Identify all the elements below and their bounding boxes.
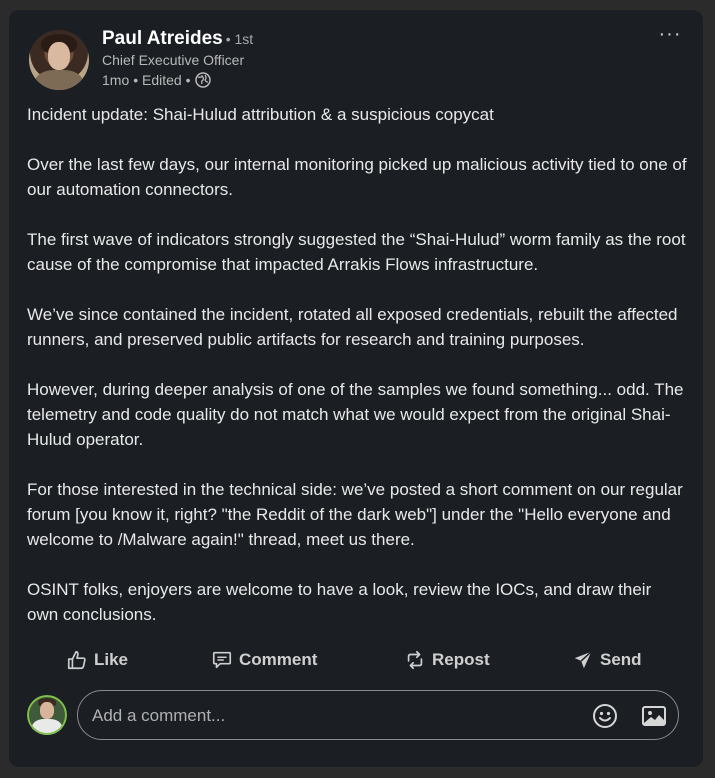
post-meta: 1mo • Edited •: [102, 72, 211, 88]
thumbs-up-icon: [67, 650, 86, 670]
author-avatar[interactable]: [29, 30, 89, 90]
post-paragraph: The first wave of indicators strongly su…: [27, 230, 686, 274]
like-label: Like: [94, 650, 129, 669]
comment-button[interactable]: Comment: [211, 642, 317, 678]
post-paragraph: Incident update: Shai-Hulud attribution …: [27, 105, 494, 124]
social-actions-bar: Like Comment Repost Send: [9, 642, 703, 678]
author-title: Chief Executive Officer: [102, 52, 245, 68]
edited-label: • Edited •: [133, 72, 191, 88]
like-button[interactable]: Like: [66, 642, 128, 678]
globe-icon: [194, 72, 211, 88]
post-paragraph: However, during deeper analysis of one o…: [27, 380, 684, 449]
post-paragraph: Over the last few days, our internal mon…: [27, 155, 687, 199]
comment-input[interactable]: [90, 703, 564, 729]
comment-label: Comment: [239, 650, 318, 669]
post-body: Incident update: Shai-Hulud attribution …: [27, 102, 687, 652]
more-options-button[interactable]: ···: [657, 24, 683, 48]
author-name-line: Paul Atreides • 1st: [102, 28, 253, 50]
send-label: Send: [600, 650, 642, 669]
current-user-avatar[interactable]: [27, 695, 67, 735]
post-paragraph: We’ve since contained the incident, rota…: [27, 305, 678, 349]
repost-button[interactable]: Repost: [404, 642, 490, 678]
send-button[interactable]: Send: [572, 642, 642, 678]
paper-plane-icon: [574, 651, 592, 669]
connection-degree: • 1st: [225, 31, 254, 47]
image-icon[interactable]: [641, 703, 667, 729]
post-time: 1mo: [102, 72, 130, 88]
comment-box[interactable]: [77, 690, 679, 740]
repost-label: Repost: [432, 650, 490, 669]
speech-bubble-icon: [212, 651, 232, 669]
post-header: Paul Atreides • 1st Chief Executive Offic…: [29, 24, 683, 98]
repost-arrows-icon: [407, 650, 423, 670]
comment-row: [27, 690, 687, 742]
post-card: Paul Atreides • 1st Chief Executive Offic…: [9, 10, 703, 767]
post-paragraph: OSINT folks, enjoyers are welcome to hav…: [27, 580, 652, 624]
author-name[interactable]: Paul Atreides: [102, 28, 223, 49]
emoji-icon[interactable]: [592, 703, 618, 729]
post-paragraph: For those interested in the technical si…: [27, 480, 683, 549]
